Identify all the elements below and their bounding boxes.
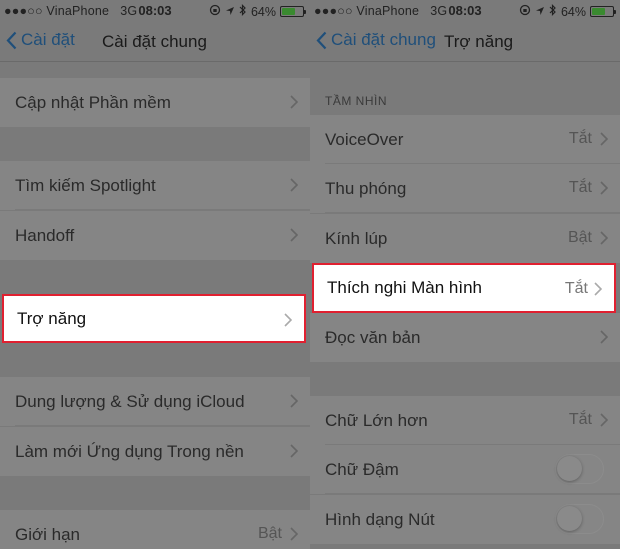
list-item-label: Thu phóng [325, 178, 407, 198]
back-button-label: Cài đặt chung [331, 30, 436, 49]
battery-icon [590, 6, 616, 17]
chevron-right-icon [290, 178, 298, 192]
list-item-value: Tắt [568, 179, 592, 196]
accessibility-screen: ●●●○○ VinaPhone 3G 08:03 64% Cài đặt chu… [310, 0, 620, 549]
navigation-bar: Cài đặt Cài đặt chung [0, 22, 310, 62]
list-item-label: Giới hạn [15, 524, 81, 544]
bluetooth-icon [549, 4, 557, 19]
chevron-right-icon [284, 313, 292, 327]
chevron-right-icon [290, 228, 298, 242]
chevron-left-icon [316, 31, 327, 49]
list-item-bold-text: Chữ Đậm [310, 445, 620, 494]
list-item-label: Chữ Lớn hơn [325, 410, 428, 430]
list-item-label: Chữ Đậm [325, 459, 399, 479]
list-item-label: Tìm kiếm Spotlight [15, 175, 156, 195]
list-item-label: Đọc văn bản [325, 327, 421, 347]
chevron-right-icon [600, 413, 608, 427]
list-item-restrictions[interactable]: Giới hạn Bật [0, 510, 310, 549]
list-item-button-shapes: Hình dạng Nút [310, 495, 620, 544]
list-item-software-update[interactable]: Cập nhật Phần mềm [0, 78, 310, 127]
chevron-left-icon [6, 31, 17, 49]
lock-rotation-icon [519, 4, 531, 19]
list-item-voiceover[interactable]: VoiceOver Tắt [310, 115, 620, 164]
list-item-speech[interactable]: Đọc văn bản [310, 313, 620, 362]
list-item-zoom[interactable]: Thu phóng Tắt [310, 164, 620, 213]
list-item-label: VoiceOver [325, 129, 404, 149]
lock-rotation-icon [209, 4, 221, 19]
chevron-right-icon [290, 444, 298, 458]
back-button[interactable]: Cài đặt [6, 30, 75, 50]
list-item-label: Làm mới Ứng dụng Trong nền [15, 441, 244, 461]
list-item-accessibility[interactable]: Trợ năng [2, 294, 306, 343]
bluetooth-icon [239, 4, 247, 19]
list-item-label: Kính lúp [325, 228, 388, 248]
list-item-value: Bật [257, 525, 282, 542]
list-item-value: Bật [567, 229, 592, 246]
status-bar: ●●●○○ VinaPhone 3G 08:03 64% [0, 0, 310, 22]
battery-percent: 64% [560, 4, 586, 19]
chevron-right-icon [594, 282, 602, 296]
button-shapes-toggle[interactable] [555, 504, 604, 534]
list-item-larger-text[interactable]: Chữ Lớn hơn Tắt [310, 396, 620, 445]
list-item-magnifier[interactable]: Kính lúp Bật [310, 214, 620, 263]
navigation-bar: Cài đặt chung Trợ năng [310, 22, 620, 62]
list-item-value: Tắt [564, 280, 588, 297]
toggle-knob [557, 456, 582, 481]
list-item-display-accommodations[interactable]: Thích nghi Màn hình Tắt [312, 263, 616, 313]
toggle-knob [557, 506, 582, 531]
battery-percent: 64% [250, 4, 276, 19]
page-title: Cài đặt chung [102, 32, 207, 51]
chevron-right-icon [600, 132, 608, 146]
back-button[interactable]: Cài đặt chung [316, 30, 436, 50]
list-item-background-refresh[interactable]: Làm mới Ứng dụng Trong nền [0, 427, 310, 476]
chevron-right-icon [600, 330, 608, 344]
chevron-right-icon [290, 95, 298, 109]
list-item-label: Trợ năng [17, 308, 87, 328]
back-button-label: Cài đặt [21, 30, 75, 49]
general-settings-screen: ●●●○○ VinaPhone 3G 08:03 64% Cài đặt Cài… [0, 0, 310, 549]
list-item-label: Dung lượng & Sử dụng iCloud [15, 391, 245, 411]
battery-icon [280, 6, 306, 17]
status-bar: ●●●○○ VinaPhone 3G 08:03 64% [310, 0, 620, 22]
section-header-vision: TẦM NHÌN [325, 94, 387, 108]
list-item-label: Hình dạng Nút [325, 509, 435, 529]
chevron-right-icon [600, 181, 608, 195]
battery-fill [282, 8, 295, 15]
list-item-spotlight-search[interactable]: Tìm kiếm Spotlight [0, 161, 310, 210]
chevron-right-icon [600, 231, 608, 245]
list-item-label: Handoff [15, 225, 75, 245]
list-item-handoff[interactable]: Handoff [0, 211, 310, 260]
list-item-storage-icloud[interactable]: Dung lượng & Sử dụng iCloud [0, 377, 310, 426]
list-item-label: Cập nhật Phần mềm [15, 92, 171, 112]
chevron-right-icon [290, 527, 298, 541]
list-item-value: Tắt [568, 411, 592, 428]
page-title: Trợ năng [444, 32, 514, 51]
bold-text-toggle[interactable] [555, 454, 604, 484]
location-arrow-icon [225, 5, 235, 19]
battery-fill [592, 8, 605, 15]
list-item-label: Thích nghi Màn hình [327, 278, 482, 297]
location-arrow-icon [535, 5, 545, 19]
list-item-value: Tắt [568, 130, 592, 147]
chevron-right-icon [290, 394, 298, 408]
